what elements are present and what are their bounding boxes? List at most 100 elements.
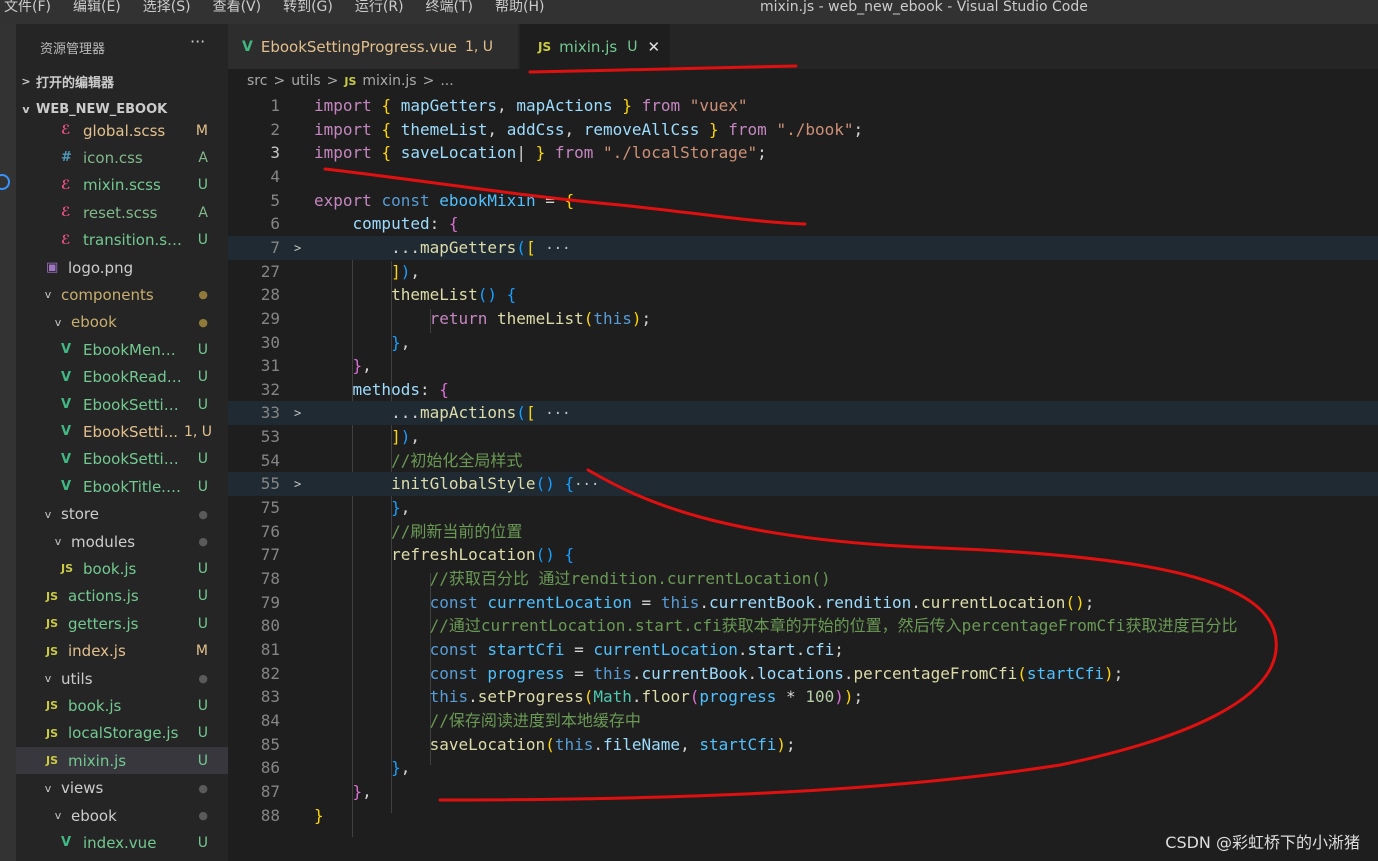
fold-chevron-icon[interactable]: > (294, 378, 306, 402)
tab-ebook-setting-progress[interactable]: V EbookSettingProgress.vue 1, U (228, 24, 518, 69)
tab-bar: V EbookSettingProgress.vue 1, U JS mixin… (228, 24, 1378, 69)
fold-chevron-icon[interactable]: > (294, 591, 306, 615)
tree-folder[interactable]: v modules ● (16, 528, 228, 555)
code-text: ]), (391, 261, 420, 281)
js-icon: JS (46, 644, 59, 658)
tree-folder[interactable]: v store ● (16, 501, 228, 528)
tree-folder[interactable]: v views ● (16, 775, 228, 802)
tree-folder[interactable]: v components ● (16, 281, 228, 308)
tree-item-label: localStorage.js (68, 724, 179, 743)
line-number: 3 (270, 143, 280, 163)
code-line: 82 > const progress = this.currentBook.lo… (228, 662, 1378, 686)
breadcrumb-mixin[interactable]: mixin.js (362, 73, 416, 89)
fold-chevron-icon[interactable]: > (294, 94, 306, 118)
fold-chevron-icon[interactable]: > (294, 780, 306, 804)
tab-badge: U (627, 38, 638, 55)
activity-indicator-icon[interactable] (0, 174, 10, 190)
fold-chevron-icon[interactable]: > (294, 260, 306, 284)
fold-chevron-icon[interactable]: > (294, 141, 306, 165)
fold-chevron-icon[interactable]: > (294, 804, 306, 828)
fold-chevron-icon[interactable]: > (294, 425, 306, 449)
line-number: 30 (260, 332, 280, 352)
fold-chevron-icon[interactable]: > (294, 756, 306, 780)
tree-file[interactable]: JS book.js U (16, 555, 228, 582)
menu-help[interactable]: 帮助(H) (495, 0, 544, 20)
line-number: 4 (270, 166, 280, 186)
fold-chevron-icon[interactable]: > (294, 283, 306, 307)
fold-chevron-icon[interactable]: > (294, 614, 306, 638)
code-editor[interactable]: 1 > import { mapGetters, mapActions } from… (228, 93, 1378, 861)
tab-mixin-js[interactable]: JS mixin.js U ✕ (520, 24, 670, 69)
fold-chevron-icon[interactable]: > (294, 472, 306, 496)
fold-chevron-icon[interactable]: > (294, 685, 306, 709)
tree-file[interactable]: ℰreset.scss A (16, 199, 228, 226)
tree-folder[interactable]: v utils ● (16, 665, 228, 692)
tree-item-label: book.js (68, 696, 122, 715)
fold-chevron-icon[interactable]: > (294, 354, 306, 378)
menu-go[interactable]: 转到(G) (283, 0, 333, 20)
tree-folder[interactable]: v ebook ● (16, 309, 228, 336)
menu-view[interactable]: 查看(V) (213, 0, 262, 20)
code-line: 53 > ]), (228, 425, 1378, 449)
fold-chevron-icon[interactable]: > (294, 307, 306, 331)
vue-icon: V (61, 369, 72, 385)
tree-file[interactable]: JS mixin.js U (16, 747, 228, 775)
fold-chevron-icon[interactable]: > (294, 401, 306, 425)
tree-file[interactable]: JS getters.js U (16, 610, 228, 637)
fold-chevron-icon[interactable]: > (294, 165, 306, 189)
fold-chevron-icon[interactable]: > (294, 543, 306, 567)
tree-file[interactable]: V EbookSetti... 1, U (16, 418, 228, 445)
code-line: 33 > ...mapActions([ ··· (228, 401, 1378, 426)
tree-file[interactable]: Vindex.vue U (16, 829, 228, 856)
tree-file[interactable]: V EbookTitle.v... U (16, 473, 228, 500)
tree-file[interactable]: ℰmixin.scss U (16, 172, 228, 199)
tree-file[interactable]: JS actions.js U (16, 583, 228, 610)
fold-chevron-icon[interactable]: > (294, 331, 306, 355)
menu-edit[interactable]: 编辑(E) (73, 0, 121, 20)
fold-chevron-icon[interactable]: > (294, 709, 306, 733)
tree-file[interactable]: V EbookSettin... U (16, 391, 228, 418)
breadcrumb-symbol[interactable]: ... (440, 73, 453, 89)
menu-terminal[interactable]: 终端(T) (426, 0, 473, 20)
fold-chevron-icon[interactable]: > (294, 567, 306, 591)
fold-chevron-icon[interactable]: > (294, 449, 306, 473)
code-line: 30 > }, (228, 331, 1378, 355)
tree-file[interactable]: # icon.css A (16, 144, 228, 171)
scss-icon: ℰ (61, 205, 71, 221)
tree-folder[interactable]: v ebook ● (16, 802, 228, 829)
tree-file[interactable]: V EbookMenu.... U (16, 336, 228, 363)
tree-file[interactable]: ▣ logo.png (16, 254, 228, 281)
more-actions-icon[interactable]: ··· (190, 32, 205, 51)
fold-chevron-icon[interactable]: > (294, 662, 306, 686)
close-icon[interactable]: ✕ (647, 38, 660, 56)
open-editors-section[interactable]: > 打开的编辑器 (16, 70, 228, 92)
code-text: themeList() { (391, 285, 517, 305)
code-line: 81 > const startCfi = currentLocation.sta… (228, 638, 1378, 662)
menu-run[interactable]: 运行(R) (355, 0, 404, 20)
menu-selection[interactable]: 选择(S) (143, 0, 191, 20)
tree-file[interactable]: JS book.js U (16, 692, 228, 719)
git-status-badge: U (197, 341, 208, 358)
menu-file[interactable]: 文件(F) (4, 0, 51, 20)
chevron-down-icon: v (54, 809, 62, 822)
tree-file[interactable]: ℰtransition.scss U (16, 227, 228, 254)
fold-chevron-icon[interactable]: > (294, 496, 306, 520)
tree-file[interactable]: ℰglobal.scss M (16, 117, 228, 144)
breadcrumb-utils[interactable]: utils (291, 73, 320, 89)
tree-file[interactable]: JS localStorage.js U (16, 720, 228, 747)
tree-file[interactable]: V EbookReade... U (16, 364, 228, 391)
line-number: 27 (260, 261, 280, 281)
tree-file[interactable]: JS index.js M (16, 638, 228, 665)
tree-item-label: transition.scss (83, 231, 184, 250)
fold-chevron-icon[interactable]: > (294, 638, 306, 662)
fold-chevron-icon[interactable]: > (294, 236, 306, 260)
fold-chevron-icon[interactable]: > (294, 212, 306, 236)
fold-chevron-icon[interactable]: > (294, 189, 306, 213)
breadcrumb-src[interactable]: src (247, 73, 267, 89)
window-title: mixin.js - web_new_ebook - Visual Studio… (760, 0, 1088, 15)
fold-chevron-icon[interactable]: > (294, 118, 306, 142)
tree-file[interactable]: V EbookSettin... U (16, 446, 228, 473)
code-line: 79 > const currentLocation = this.current… (228, 591, 1378, 615)
fold-chevron-icon[interactable]: > (294, 520, 306, 544)
fold-chevron-icon[interactable]: > (294, 733, 306, 757)
